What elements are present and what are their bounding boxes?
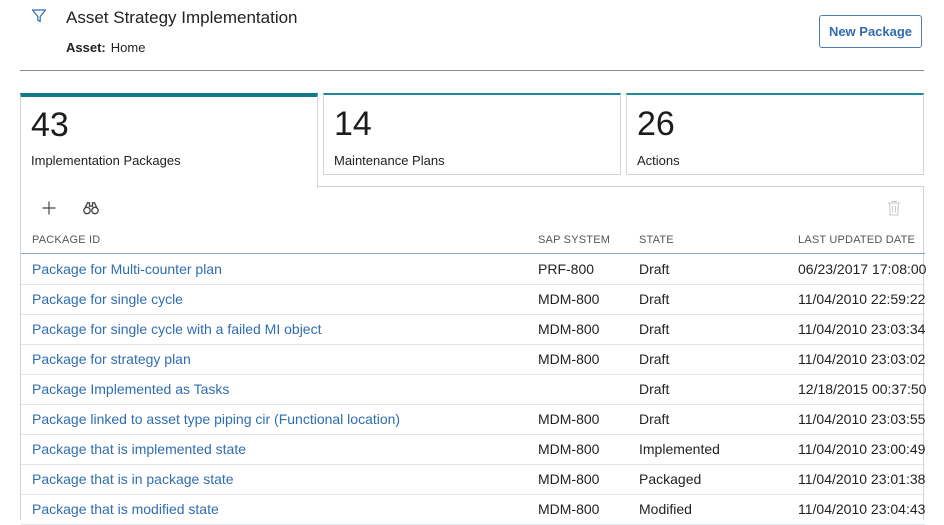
table-row[interactable]: Package for single cycle with a failed M… bbox=[21, 314, 925, 345]
sap-system-cell: PRF-800 bbox=[538, 261, 595, 277]
tile-count: 14 bbox=[334, 105, 372, 143]
tile-label: Actions bbox=[637, 153, 680, 168]
state-cell: Draft bbox=[639, 411, 670, 427]
date-cell: 11/04/2010 23:03:02 bbox=[798, 351, 926, 367]
table-row[interactable]: Package that is implemented state MDM-80… bbox=[21, 434, 925, 465]
tile-count: 26 bbox=[637, 105, 675, 143]
date-cell: 11/04/2010 23:03:55 bbox=[798, 411, 926, 427]
tab-actions[interactable]: 26 Actions bbox=[626, 93, 924, 175]
package-link[interactable]: Package linked to asset type piping cir … bbox=[32, 411, 400, 427]
table-row[interactable]: Package Implemented as Tasks Draft 12/18… bbox=[21, 374, 927, 405]
date-cell: 12/18/2015 00:37:50 bbox=[798, 381, 927, 397]
state-cell: Implemented bbox=[639, 441, 720, 457]
tab-implementation-packages[interactable]: 43 Implementation Packages bbox=[20, 93, 318, 188]
tile-label: Implementation Packages bbox=[31, 153, 181, 168]
state-cell: Modified bbox=[639, 501, 692, 517]
date-cell: 11/04/2010 23:01:38 bbox=[798, 471, 926, 487]
binoculars-icon[interactable] bbox=[83, 201, 99, 215]
asset-context: Asset: Home bbox=[66, 40, 145, 55]
package-link[interactable]: Package for single cycle with a failed M… bbox=[32, 321, 321, 337]
trash-icon[interactable] bbox=[887, 200, 901, 216]
date-cell: 11/04/2010 23:04:43 bbox=[798, 501, 926, 517]
table-row[interactable]: Package linked to asset type piping cir … bbox=[21, 404, 925, 435]
plus-icon[interactable] bbox=[42, 201, 56, 215]
package-link[interactable]: Package Implemented as Tasks bbox=[32, 381, 229, 397]
package-link[interactable]: Package that is modified state bbox=[32, 501, 219, 517]
filter-icon[interactable] bbox=[31, 8, 47, 24]
table-row[interactable]: Package for strategy plan MDM-800 Draft … bbox=[21, 344, 925, 375]
tile-label: Maintenance Plans bbox=[334, 153, 445, 168]
package-link[interactable]: Package that is in package state bbox=[32, 471, 234, 487]
sap-system-cell: MDM-800 bbox=[538, 501, 600, 517]
package-link[interactable]: Package for single cycle bbox=[32, 291, 183, 307]
sap-system-cell: MDM-800 bbox=[538, 441, 600, 457]
new-package-button[interactable]: New Package bbox=[819, 15, 922, 48]
table-row[interactable]: Package that is in package state MDM-800… bbox=[21, 464, 925, 495]
col-state[interactable]: STATE bbox=[639, 234, 674, 246]
col-last-updated-date[interactable]: LAST UPDATED DATE bbox=[798, 234, 915, 246]
state-cell: Packaged bbox=[639, 471, 702, 487]
date-cell: 11/04/2010 23:03:34 bbox=[798, 321, 926, 337]
col-sap-system[interactable]: SAP SYSTEM bbox=[538, 234, 610, 246]
sap-system-cell: MDM-800 bbox=[538, 411, 600, 427]
asset-label: Asset: bbox=[66, 40, 106, 55]
table-header: PACKAGE ID SAP SYSTEM STATE LAST UPDATED… bbox=[21, 233, 925, 254]
packages-panel: PACKAGE ID SAP SYSTEM STATE LAST UPDATED… bbox=[20, 186, 927, 525]
table-row[interactable]: Package that is modified state MDM-800 M… bbox=[21, 494, 925, 525]
state-cell: Draft bbox=[639, 321, 670, 337]
state-cell: Draft bbox=[639, 291, 670, 307]
state-cell: Draft bbox=[639, 261, 670, 277]
sap-system-cell: MDM-800 bbox=[538, 351, 600, 367]
sap-system-cell: MDM-800 bbox=[538, 321, 600, 337]
sap-system-cell: MDM-800 bbox=[538, 471, 600, 487]
date-cell: 11/04/2010 23:00:49 bbox=[798, 441, 926, 457]
package-link[interactable]: Package for strategy plan bbox=[32, 351, 191, 367]
asset-value: Home bbox=[110, 40, 146, 55]
tile-count: 43 bbox=[31, 106, 69, 144]
header-divider bbox=[20, 70, 924, 71]
sap-system-cell: MDM-800 bbox=[538, 291, 600, 307]
table-row[interactable]: Package for Multi-counter plan PRF-800 D… bbox=[21, 254, 927, 285]
page-title: Asset Strategy Implementation bbox=[66, 8, 298, 27]
package-link[interactable]: Package that is implemented state bbox=[32, 441, 246, 457]
date-cell: 11/04/2010 22:59:22 bbox=[798, 291, 926, 307]
package-link[interactable]: Package for Multi-counter plan bbox=[32, 261, 222, 277]
state-cell: Draft bbox=[639, 351, 670, 367]
state-cell: Draft bbox=[639, 381, 670, 397]
tab-maintenance-plans[interactable]: 14 Maintenance Plans bbox=[323, 93, 621, 175]
date-cell: 06/23/2017 17:08:00 bbox=[798, 261, 927, 277]
col-package-id[interactable]: PACKAGE ID bbox=[32, 234, 100, 246]
table-row[interactable]: Package for single cycle MDM-800 Draft 1… bbox=[21, 284, 925, 315]
